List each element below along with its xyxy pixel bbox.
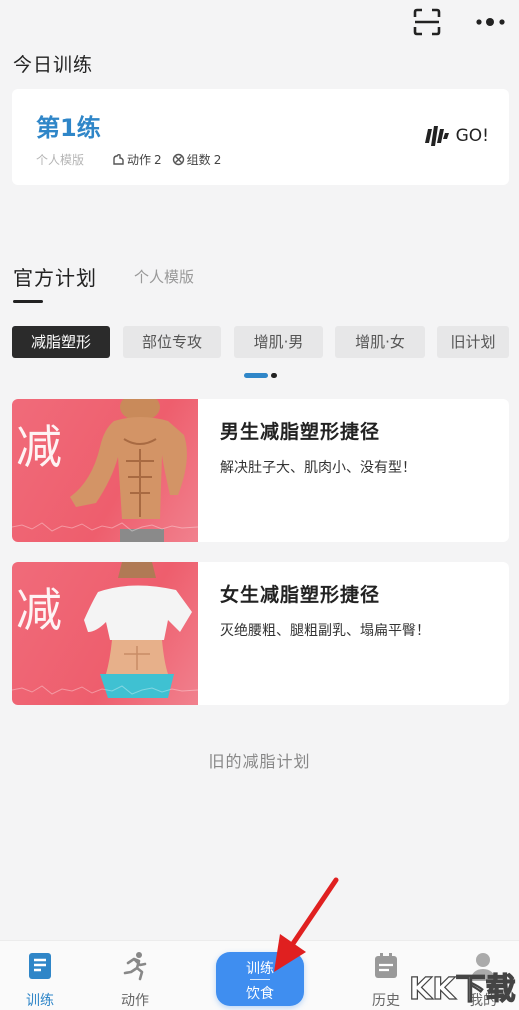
- plan-card-female[interactable]: 减 女生减脂塑形捷径 灭绝腰粗、腿粗副乳、塌扁平臀！: [12, 562, 509, 705]
- actions-count: 动作 2: [112, 151, 162, 168]
- tab-personal-templates[interactable]: 个人模版: [134, 266, 194, 287]
- active-tab-underline: [13, 300, 43, 303]
- wave-decoration: [12, 522, 198, 532]
- plan-tabs: 官方计划 个人模版: [13, 262, 313, 306]
- chip-muscle-male[interactable]: 增肌·男: [234, 326, 323, 358]
- chip-old-plans[interactable]: 旧计划: [437, 326, 509, 358]
- go-button[interactable]: GO!: [424, 125, 489, 147]
- groups-count: 组数 2: [172, 151, 222, 168]
- nav-label-training: 训练: [26, 993, 54, 1009]
- red-arrow-annotation: [274, 877, 339, 972]
- workout-meta: 个人模版 动作 2 组数 2: [36, 151, 231, 168]
- plan-title: 男生减脂塑形捷径: [220, 421, 381, 443]
- scan-icon[interactable]: [413, 8, 441, 36]
- dumbbell-arm-icon: [113, 153, 124, 165]
- plan-thumbnail: 减: [12, 562, 198, 705]
- go-label: GO!: [455, 126, 489, 146]
- more-icon[interactable]: [474, 12, 508, 32]
- training-icon: [29, 953, 51, 979]
- chip-muscle-female[interactable]: 增肌·女: [335, 326, 425, 358]
- wave-decoration: [12, 685, 198, 695]
- tab-official-plans[interactable]: 官方计划: [13, 262, 97, 291]
- groups-value: 2: [213, 152, 222, 167]
- workout-name: 第1练: [36, 114, 101, 142]
- thumb-char: 减: [16, 583, 62, 637]
- running-icon: [123, 952, 147, 981]
- actions-value: 2: [154, 152, 162, 167]
- plan-description: 灭绝腰粗、腿粗副乳、塌扁平臀！: [220, 623, 430, 639]
- today-section-title: 今日训练: [13, 54, 94, 76]
- plan-card-male[interactable]: 减 男生减脂塑形捷径 解决肚子大、肌肉小、没有型！: [12, 399, 509, 542]
- plan-thumbnail: 减: [12, 399, 198, 542]
- groups-label: 组数: [186, 153, 211, 167]
- today-workout-card[interactable]: 第1练 个人模版 动作 2 组数 2 GO!: [12, 89, 509, 185]
- plan-title: 女生减脂塑形捷径: [220, 584, 381, 606]
- svg-text:KK下载: KK下载: [409, 972, 516, 1007]
- barbell-logo-icon: [424, 126, 449, 146]
- nav-label-actions: 动作: [121, 993, 149, 1009]
- chip-scroll-indicator: [244, 373, 278, 378]
- groups-icon: [172, 153, 184, 166]
- kk-watermark-logo: KK下载: [408, 971, 516, 1007]
- chip-fat-loss[interactable]: 减脂塑形: [12, 326, 110, 358]
- plan-description: 解决肚子大、肌肉小、没有型！: [220, 460, 416, 476]
- calendar-icon: [375, 953, 397, 978]
- template-label: 个人模版: [36, 153, 85, 167]
- chip-body-part[interactable]: 部位专攻: [123, 326, 221, 358]
- old-plans-link[interactable]: 旧的减脂计划: [0, 748, 519, 772]
- top-bar: [0, 0, 519, 44]
- actions-label: 动作: [127, 153, 152, 167]
- center-line2: 饮食: [246, 986, 274, 1002]
- category-chip-row[interactable]: 减脂塑形 部位专攻 增肌·男 增肌·女 旧计划: [12, 326, 519, 358]
